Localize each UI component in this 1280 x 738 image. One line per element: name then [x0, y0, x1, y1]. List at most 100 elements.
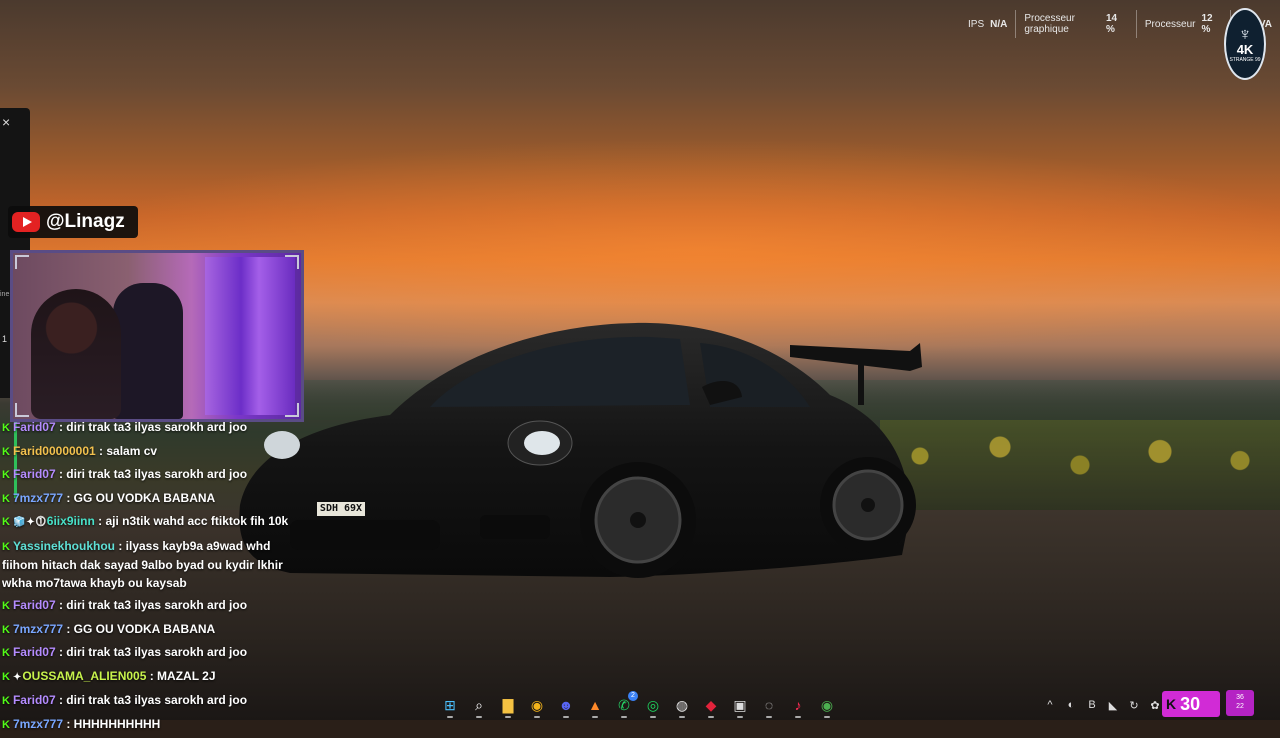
chevron-up-icon[interactable]: ^ — [1042, 693, 1058, 717]
frame-corner — [285, 403, 299, 417]
obs-icon-glyph: ◍ — [675, 697, 689, 713]
bluetooth-icon[interactable]: B — [1084, 693, 1100, 717]
side-panel-number: 1 — [2, 334, 8, 344]
kick-badge-icon: K — [2, 670, 10, 683]
logo-text: 4K — [1236, 42, 1254, 57]
chat-username[interactable]: 6iix9iinn — [47, 514, 95, 528]
kick-badge-icon: K — [2, 647, 10, 659]
stat-gpu: Processeur graphique 14 % — [1016, 8, 1136, 40]
app-circle-icon-glyph: ◌ — [764, 697, 774, 713]
chat-username[interactable]: Farid00000001 — [13, 444, 96, 458]
chat-text: : diri trak ta3 ilyas sarokh ard joo — [55, 598, 248, 612]
chat-message: K Farid07 : diri trak ta3 ilyas sarokh ar… — [2, 418, 302, 437]
running-indicator — [766, 716, 772, 718]
wallpaper-flowers — [880, 420, 1280, 510]
taskbar: ⊞⌕▇◉☻▲✆2◎◍◆▣◌♪◉ ^◐B◣↻✿🎙 — [0, 690, 1280, 720]
kick-viewers-widget[interactable]: K 30 — [1162, 691, 1220, 717]
obs-icon[interactable]: ◍ — [670, 693, 694, 718]
chrome-icon[interactable]: ◉ — [525, 693, 549, 718]
chat-message: K Farid00000001 : salam cv — [2, 442, 302, 461]
webcam-streamer — [31, 289, 121, 419]
tiktok-icon[interactable]: ♪ — [786, 693, 810, 718]
chat-username[interactable]: 7mzx777 — [13, 491, 63, 505]
app-dark-icon[interactable]: ▣ — [728, 693, 752, 718]
youtube-handle-badge: @Linagz — [8, 206, 138, 238]
spotify-icon[interactable]: ◎ — [641, 693, 665, 718]
chat-text: : diri trak ta3 ilyas sarokh ard joo — [55, 645, 248, 659]
chat-text: : diri trak ta3 ilyas sarokh ard joo — [55, 420, 248, 434]
chat-message: K 🧊✦⓵6iix9iinn : aji n3tik wahd acc ftikt… — [2, 512, 302, 532]
stat-cpu-value: 12 % — [1201, 13, 1213, 35]
kick-badge-icon: K — [2, 718, 10, 731]
running-indicator — [650, 716, 656, 718]
app-settings-icon[interactable]: ✿ — [1147, 693, 1163, 717]
running-indicator — [534, 716, 540, 718]
chat-username[interactable]: Yassinekhoukhou — [13, 539, 115, 553]
running-indicator — [476, 716, 482, 718]
kick-counter-top: 36 — [1236, 694, 1244, 701]
app-circle-icon[interactable]: ◌ — [757, 693, 781, 718]
chat-username[interactable]: 7mzx777 — [13, 622, 63, 636]
app-a-icon[interactable]: ▲ — [583, 693, 607, 718]
sync-icon[interactable]: ↻ — [1126, 693, 1142, 717]
stat-fps-value: N/A — [990, 18, 1008, 30]
running-indicator — [621, 716, 627, 718]
youtube-handle: @Linagz — [46, 211, 125, 232]
whatsapp-icon-glyph: ✆ — [618, 697, 630, 713]
chat-message: K 7mzx777 : GG OU VODKA BABANA — [2, 620, 302, 639]
taskbar-apps: ⊞ ⌕ ▇ ◉ ☻ ▲ ✆ 2 ◎ ◍ ◆ ▣ ◌ ♪ ◉ — [438, 691, 839, 718]
chat-message: K 7mzx777 : GG OU VODKA BABANA — [2, 489, 302, 508]
search-icon[interactable]: ⌕ — [467, 693, 491, 718]
stat-cpu: Processeur 12 % — [1137, 8, 1230, 40]
chrome-profile-icon-glyph: ◉ — [820, 697, 834, 713]
kick-badge-icon: K — [2, 600, 10, 612]
chat-message: K Farid07 : diri trak ta3 ilyas sarokh ar… — [2, 643, 302, 662]
nvidia-icon[interactable]: ◣ — [1105, 693, 1121, 717]
notification-badge: 2 — [628, 691, 638, 701]
chrome-icon-glyph: ◉ — [530, 697, 544, 713]
chat-text: : GG OU VODKA BABANA — [63, 490, 216, 505]
frame-corner — [15, 255, 29, 269]
license-plate: SDH 69X — [317, 502, 365, 516]
app-dark-icon-glyph: ▣ — [733, 697, 747, 713]
chat-text: : MAZAL 2J — [146, 668, 216, 683]
tray-app-icon[interactable]: ◐ — [1063, 693, 1079, 717]
chat-username[interactable]: OUSSAMA_ALIEN005 — [22, 669, 146, 683]
file-explorer-icon-glyph: ▇ — [502, 697, 514, 713]
whatsapp-icon[interactable]: ✆ 2 — [612, 691, 638, 718]
chat-message: K Yassinekhoukhou : ilyass kayb9a a9wad w… — [2, 537, 302, 592]
kick-counter-widget[interactable]: 36 22 — [1226, 690, 1254, 716]
discord-icon[interactable]: ☻ — [554, 693, 578, 718]
windows-start-icon[interactable]: ⊞ — [438, 693, 462, 718]
frame-corner — [15, 403, 29, 417]
stat-gpu-value: 14 % — [1105, 13, 1118, 35]
stat-gpu-label: Processeur graphique — [1024, 13, 1075, 35]
frame-corner — [285, 255, 299, 269]
chat-badge-icon: ✦ — [26, 517, 35, 528]
chat-username[interactable]: Farid07 — [13, 420, 56, 434]
kick-icon: K — [1166, 696, 1177, 712]
webcam-curtain — [205, 257, 295, 415]
chrome-profile-icon[interactable]: ◉ — [815, 693, 839, 718]
app-red-icon[interactable]: ◆ — [699, 693, 723, 718]
chat-text: : salam cv — [95, 443, 158, 458]
running-indicator — [824, 716, 830, 718]
close-icon[interactable]: × — [2, 114, 10, 130]
chat-message: K Farid07 : diri trak ta3 ilyas sarokh ar… — [2, 596, 302, 615]
spotify-icon-glyph: ◎ — [646, 697, 660, 713]
kick-badge-icon: K — [2, 623, 10, 636]
car-illustration — [239, 322, 922, 578]
file-explorer-icon[interactable]: ▇ — [496, 693, 520, 718]
app-a-icon-glyph: ▲ — [588, 697, 602, 713]
stat-cpu-label: Processeur — [1144, 18, 1196, 30]
chat-username[interactable]: Farid07 — [13, 467, 56, 481]
youtube-icon — [12, 212, 40, 232]
kick-viewer-count: 30 — [1180, 693, 1201, 714]
chat-username[interactable]: Farid07 — [13, 645, 56, 659]
app-red-icon-glyph: ◆ — [705, 697, 717, 713]
phoenix-icon: ♆ — [1238, 24, 1252, 44]
logo-subtext: STRANGE 99 — [1229, 57, 1261, 63]
running-indicator — [737, 716, 743, 718]
chat-username[interactable]: Farid07 — [13, 598, 56, 612]
stat-fps-label: IPS — [968, 18, 985, 30]
